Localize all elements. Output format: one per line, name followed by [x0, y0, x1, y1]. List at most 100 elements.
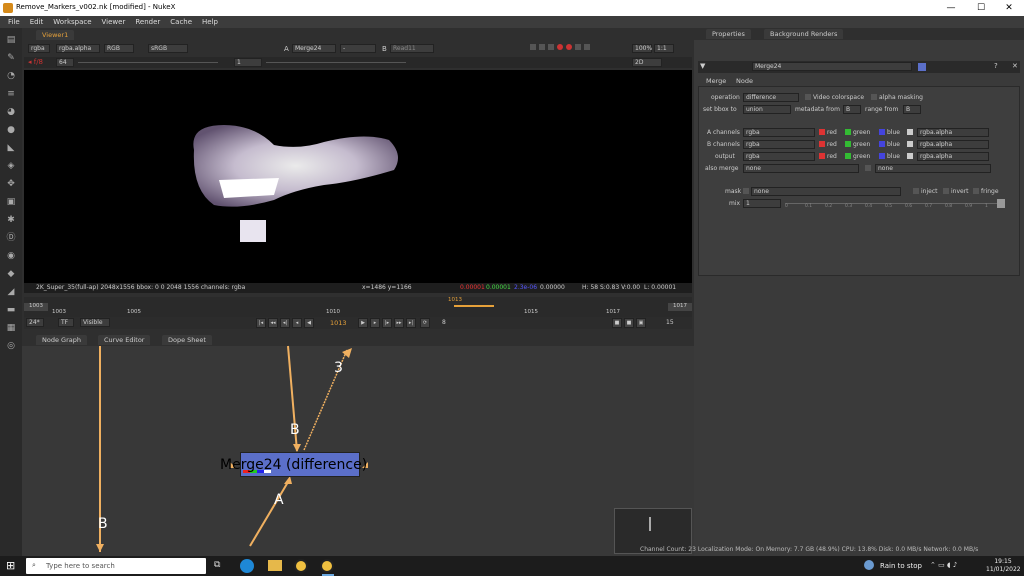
clock-time[interactable]: 19:15 — [986, 558, 1020, 565]
menu-help[interactable]: Help — [202, 18, 218, 26]
views-icon[interactable]: ◉ — [5, 250, 17, 262]
out-alpha-select[interactable]: rgba.alpha — [917, 152, 989, 161]
also-merge-select[interactable]: none — [743, 164, 859, 173]
prev-frame-button[interactable]: ◂ — [292, 318, 302, 328]
gamma-slider[interactable] — [266, 62, 406, 63]
nuke-taskbar-icon-2[interactable] — [320, 559, 334, 573]
prev-inc-button[interactable]: ◂| — [280, 318, 290, 328]
next-inc-button[interactable]: |▸ — [382, 318, 392, 328]
output-select[interactable]: rgba — [743, 152, 815, 161]
menu-render[interactable]: Render — [135, 18, 160, 26]
display-select[interactable]: RGB — [104, 44, 134, 53]
frame-field[interactable]: 1013 — [330, 319, 347, 327]
3d-nodes-icon[interactable]: ▣ — [5, 196, 17, 208]
timeline-end[interactable]: 1017 — [668, 303, 692, 311]
view-mode-select[interactable]: 2D — [632, 58, 662, 67]
layer-select[interactable]: rgba — [28, 44, 50, 53]
tf-select[interactable]: TF — [58, 318, 74, 327]
b-green-checkbox[interactable] — [845, 141, 851, 147]
alpha-masking-checkbox[interactable] — [871, 94, 877, 100]
a-alpha-checkbox[interactable] — [907, 129, 913, 135]
close-button[interactable]: ✕ — [994, 0, 1024, 16]
gamma-value[interactable]: 1 — [234, 58, 262, 67]
nuke-taskbar-icon[interactable] — [294, 559, 308, 573]
ratio-select[interactable]: 1:1 — [654, 44, 674, 53]
b-input-select[interactable]: Read11 — [390, 44, 434, 53]
node-name-field[interactable]: Merge24 — [752, 62, 912, 71]
draw-nodes-icon[interactable]: ✎ — [5, 52, 17, 64]
tab-background-renders[interactable]: Background Renders — [764, 29, 844, 39]
deep-nodes-icon[interactable]: Ⓓ — [5, 232, 17, 244]
mask-select[interactable]: none — [751, 187, 901, 196]
merge-nodes-icon[interactable]: ◈ — [5, 160, 17, 172]
out-alpha-checkbox[interactable] — [907, 153, 913, 159]
first-frame-button[interactable]: |◂ — [256, 318, 266, 328]
clock-date[interactable]: 11/01/2022 — [986, 566, 1021, 573]
timeline-start[interactable]: 1003 — [24, 303, 48, 311]
next-frame-button[interactable]: ▸ — [370, 318, 380, 328]
windows-start-icon[interactable]: ⊞ — [6, 560, 18, 572]
tab-merge[interactable]: Merge — [700, 76, 733, 86]
other-nodes-icon[interactable]: ▬ — [5, 304, 17, 316]
a-blue-checkbox[interactable] — [879, 129, 885, 135]
playhead[interactable] — [454, 305, 494, 307]
step-value[interactable]: 8 — [442, 319, 446, 326]
tab-viewer1[interactable]: Viewer1 — [36, 30, 75, 40]
increment-value[interactable]: 15 — [666, 319, 674, 326]
stop-icon[interactable] — [584, 44, 590, 50]
tab-node[interactable]: Node — [730, 76, 759, 86]
tab-properties[interactable]: Properties — [706, 29, 751, 39]
a-input-select[interactable]: Merge24 — [292, 44, 336, 53]
system-tray-icons[interactable]: ⌃ ▭ ◖ ♪ — [930, 561, 957, 569]
menu-file[interactable]: File — [8, 18, 20, 26]
next-keyframe-button[interactable]: ▸▸ — [394, 318, 404, 328]
a-alpha-select[interactable]: rgba.alpha — [917, 128, 989, 137]
in-point-button[interactable]: ■ — [612, 318, 622, 328]
b-red-checkbox[interactable] — [819, 141, 825, 147]
play-forward-button[interactable]: ▶ — [358, 318, 368, 328]
zoom-select[interactable]: 100% — [632, 44, 652, 53]
menu-edit[interactable]: Edit — [30, 18, 44, 26]
channel-nodes-icon[interactable]: ≡ — [5, 88, 17, 100]
channel-select[interactable]: rgba.alpha — [56, 44, 100, 53]
play-backward-button[interactable]: ◀ — [304, 318, 314, 328]
metadata-icon[interactable]: ◆ — [5, 268, 17, 280]
collapse-icon[interactable]: ▼ — [700, 62, 705, 70]
clip-icon[interactable] — [539, 44, 545, 50]
fstop-icon[interactable]: ◂ f/8 — [28, 58, 43, 66]
operation-select[interactable]: difference — [743, 93, 799, 102]
menu-cache[interactable]: Cache — [170, 18, 192, 26]
image-nodes-icon[interactable]: ▤ — [5, 34, 17, 46]
file-explorer-icon[interactable] — [268, 560, 282, 571]
weather-text[interactable]: Rain to stop — [880, 562, 922, 570]
particles-icon[interactable]: ✱ — [5, 214, 17, 226]
out-red-checkbox[interactable] — [819, 153, 825, 159]
pause-icon[interactable] — [566, 44, 572, 50]
menu-viewer[interactable]: Viewer — [102, 18, 126, 26]
mix-handle[interactable] — [997, 199, 1005, 208]
lut-select[interactable]: sRGB — [148, 44, 188, 53]
out-green-checkbox[interactable] — [845, 153, 851, 159]
close-panel-icon[interactable]: ✕ — [1012, 62, 1018, 70]
a-green-checkbox[interactable] — [845, 129, 851, 135]
node-graph-panel[interactable]: Node Graph Curve Editor Dope Sheet Merge… — [22, 334, 694, 556]
a-red-checkbox[interactable] — [819, 129, 825, 135]
loop-button[interactable]: ⟳ — [420, 318, 430, 328]
minimize-button[interactable]: — — [936, 0, 966, 16]
out-point-button[interactable]: ■ — [624, 318, 634, 328]
last-frame-button[interactable]: ▸| — [406, 318, 416, 328]
mix-value[interactable]: 1 — [743, 199, 781, 208]
weather-icon[interactable] — [864, 560, 874, 570]
operation-select[interactable]: - — [340, 44, 376, 53]
edge-icon[interactable] — [240, 559, 254, 573]
prev-keyframe-button[interactable]: ◂◂ — [268, 318, 278, 328]
b-alpha-checkbox[interactable] — [907, 141, 913, 147]
maximize-button[interactable]: ☐ — [966, 0, 996, 16]
b-blue-checkbox[interactable] — [879, 141, 885, 147]
fps-select[interactable]: 24* — [26, 318, 44, 327]
video-colorspace-checkbox[interactable] — [805, 94, 811, 100]
timeline[interactable]: 1003 1017 1003 1005 1010 1015 1017 1013 — [24, 297, 692, 317]
gain-slider[interactable] — [78, 62, 218, 63]
transform-nodes-icon[interactable]: ✥ — [5, 178, 17, 190]
a-channels-select[interactable]: rgba — [743, 128, 815, 137]
